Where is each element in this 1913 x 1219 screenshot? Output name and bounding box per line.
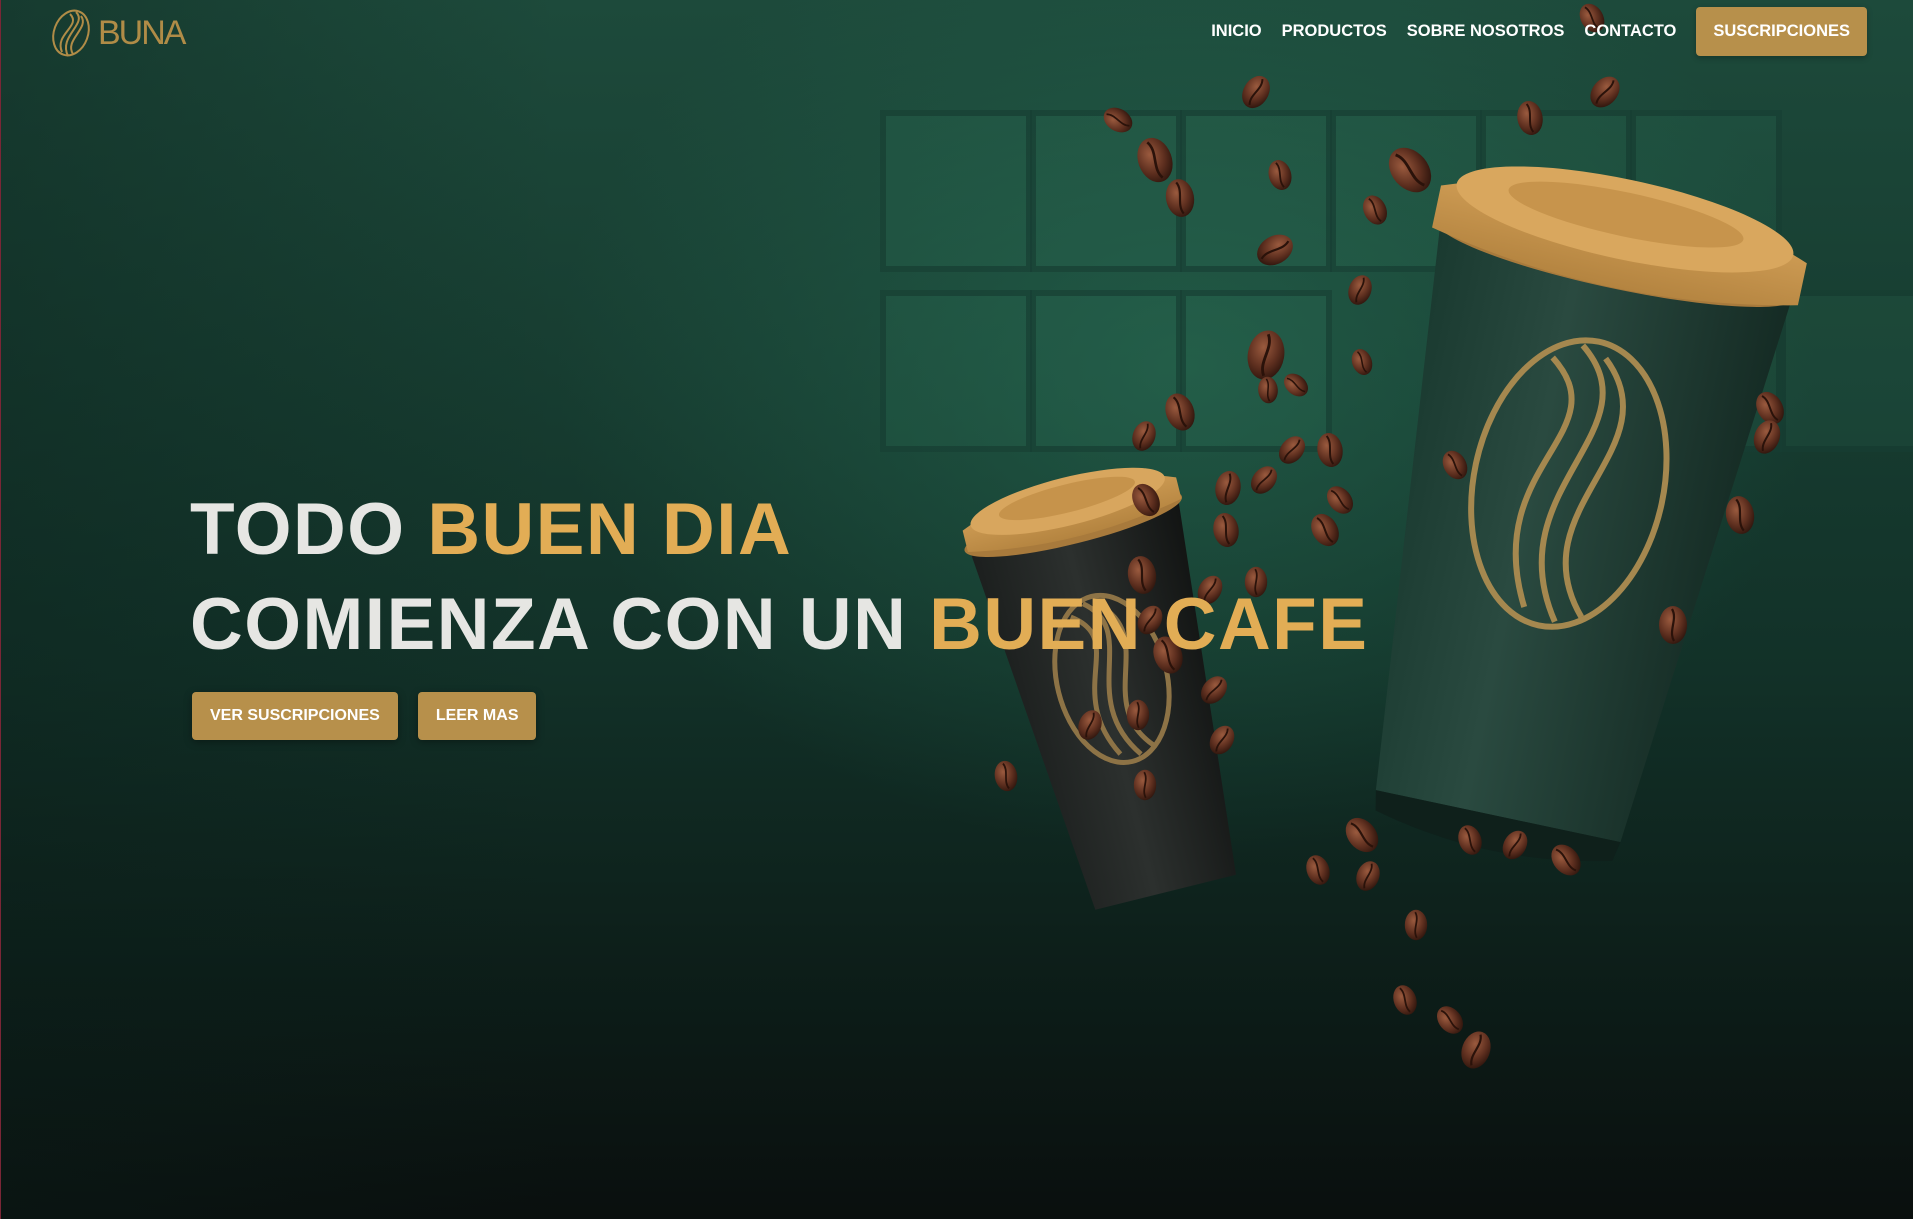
background-window-pane — [1630, 110, 1782, 272]
background-window-pane — [1630, 290, 1782, 452]
background-window-pane — [1030, 110, 1182, 272]
hero-actions: VER SUSCRIPCIONES LEER MAS — [192, 692, 537, 740]
background-window-pane — [1180, 290, 1332, 452]
background-window-pane — [1480, 110, 1632, 272]
nav-link-inicio[interactable]: INICIO — [1201, 22, 1271, 41]
main-nav: INICIO PRODUCTOS SOBRE NOSOTROS CONTACTO… — [1201, 7, 1867, 56]
left-edge-line — [0, 0, 1, 1219]
background-window-pane — [1180, 110, 1332, 272]
background-window-pane — [880, 290, 1032, 452]
read-more-button[interactable]: LEER MAS — [417, 692, 537, 740]
background-window-pane — [1780, 290, 1913, 452]
nav-link-contacto[interactable]: CONTACTO — [1574, 22, 1686, 41]
background-window-pane — [1030, 290, 1182, 452]
coffee-bean-leaf-icon — [52, 9, 90, 57]
brand-name: BUNA — [98, 13, 186, 52]
headline-line-2: COMIENZA CON UN BUEN CAFE — [190, 577, 1368, 672]
nav-link-sobre-nosotros[interactable]: SOBRE NOSOTROS — [1397, 22, 1575, 41]
brand-logo[interactable]: BUNA — [48, 6, 186, 60]
headline-line2-gold: BUEN CAFE — [929, 584, 1369, 665]
headline-line2-white: COMIENZA CON UN — [190, 584, 930, 665]
headline-line1-gold: BUEN DIA — [427, 489, 793, 570]
subscriptions-button[interactable]: SUSCRIPCIONES — [1696, 7, 1867, 56]
hero-headline: TODO BUEN DIA COMIENZA CON UN BUEN CAFE — [190, 482, 1368, 672]
view-subscriptions-button[interactable]: VER SUSCRIPCIONES — [192, 692, 398, 740]
nav-link-productos[interactable]: PRODUCTOS — [1272, 22, 1397, 41]
background-window-pane — [1330, 110, 1482, 272]
headline-line1-white: TODO — [190, 489, 428, 570]
headline-line-1: TODO BUEN DIA — [190, 482, 1368, 577]
background-window-pane — [880, 110, 1032, 272]
